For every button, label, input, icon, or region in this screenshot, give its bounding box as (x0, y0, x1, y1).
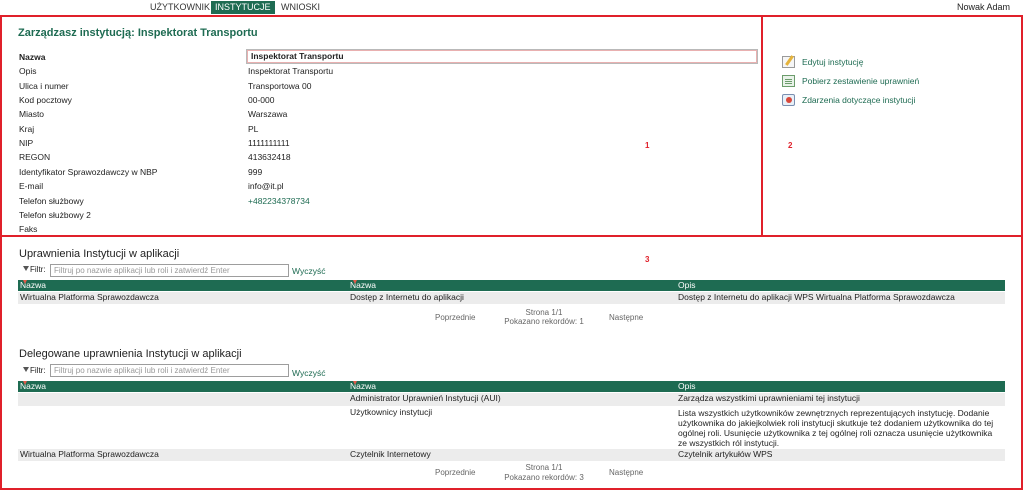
user-name[interactable]: Nowak Adam (957, 1, 1010, 14)
field-label-ulica: Ulica i numer (19, 81, 69, 91)
delegated-table-header: Nazwa aplikacji Nazwa roli Opis (18, 381, 1005, 402)
permissions-next-button[interactable]: Następne (609, 313, 643, 322)
region-marker-3: 3 (645, 255, 650, 264)
delegated-prev-button[interactable]: Poprzednie (435, 468, 475, 477)
field-value-nbp-id: 999 (248, 167, 263, 177)
page-title: Zarządzasz instytucją: Inspektorat Trans… (18, 27, 258, 39)
permissions-record-count: Pokazano rekordów: 1 (504, 317, 584, 326)
field-value-kod: 00-000 (248, 95, 275, 105)
edit-institution-link[interactable]: Edytuj instytucję (782, 56, 863, 68)
sort-down-icon (23, 280, 27, 284)
field-value-kraj: PL (248, 124, 259, 134)
filter-icon (23, 367, 29, 372)
delegated-title: Delegowane uprawnienia Instytucji w apli… (19, 348, 242, 360)
delegated-record-count: Pokazano rekordów: 3 (504, 473, 584, 482)
spreadsheet-icon (782, 75, 795, 87)
sort-down-icon (353, 280, 357, 284)
field-value-regon: 413632418 (248, 152, 291, 162)
delegated-filter-input[interactable] (50, 364, 289, 377)
permissions-table-header: Nazwa aplikacji Nazwa roli Opis (18, 280, 1005, 301)
cell-app: Wirtualna Platforma Sprawozdawcza (20, 449, 159, 459)
permissions-col-desc: Opis (678, 280, 696, 290)
institution-events-link[interactable]: Zdarzenia dotyczące instytucji (782, 94, 915, 106)
table-row[interactable]: Użytkownicy instytucji Lista wszystkich … (18, 407, 1005, 449)
region-marker-1: 1 (645, 141, 650, 150)
tab-instytucje[interactable]: INSTYTUCJE (211, 1, 275, 14)
edit-institution-label: Edytuj instytucję (802, 57, 864, 67)
table-row[interactable]: Administrator Uprawnień Instytucji (AUI)… (18, 393, 1005, 406)
permissions-page-indicator: Strona 1/1 (525, 308, 563, 317)
cell-desc: Zarządza wszystkimi uprawnieniami tej in… (678, 393, 860, 403)
field-value-ulica: Transportowa 00 (248, 81, 312, 91)
field-label-regon: REGON (19, 152, 51, 162)
field-label-phone: Telefon służbowy (19, 196, 84, 206)
permissions-filter-input[interactable] (50, 264, 289, 277)
field-value-email: info@it.pl (248, 181, 284, 191)
download-permissions-link[interactable]: Pobierz zestawienie uprawnień (782, 75, 919, 87)
table-row[interactable]: Wirtualna Platforma Sprawozdawcza Czytel… (18, 449, 1005, 461)
institution-events-label: Zdarzenia dotyczące instytucji (802, 95, 916, 105)
delegated-filter-label-text: Filtr: (30, 366, 46, 375)
edit-icon (782, 56, 795, 68)
cell-desc: Czytelnik artykułów WPS (678, 449, 773, 459)
field-value-opis: Inspektorat Transportu (248, 66, 334, 76)
download-permissions-label: Pobierz zestawienie uprawnień (802, 76, 920, 86)
field-value-nip: 1111111111 (248, 138, 290, 148)
field-label-opis: Opis (19, 66, 37, 76)
field-label-nbp-id: Identyfikator Sprawozdawczy w NBP (19, 167, 158, 177)
field-label-nip: NIP (19, 138, 34, 148)
delegated-page-indicator: Strona 1/1 (525, 463, 563, 472)
top-navigation: UŻYTKOWNIK INSTYTUCJE WNIOSKI Nowak Adam (0, 0, 1023, 14)
field-label-phone-2: Telefon służbowy 2 (19, 210, 91, 220)
tab-uzytkownik[interactable]: UŻYTKOWNIK (146, 1, 214, 14)
sort-down-icon (353, 381, 357, 385)
delegated-col-desc: Opis (678, 381, 696, 391)
cell-app: Wirtualna Platforma Sprawozdawcza (20, 292, 159, 302)
cell-role: Administrator Uprawnień Instytucji (AUI) (350, 393, 501, 403)
permissions-prev-button[interactable]: Poprzednie (435, 313, 475, 322)
permissions-clear-link[interactable]: Wyczyść (292, 266, 325, 276)
cell-role: Użytkownicy instytucji (350, 407, 433, 417)
events-icon (782, 94, 795, 106)
filter-icon (23, 266, 29, 271)
cell-role: Czytelnik Internetowy (350, 449, 431, 459)
field-label-email: E-mail (19, 181, 44, 191)
field-value-miasto: Warszawa (248, 109, 288, 119)
cell-role: Dostęp z Internetu do aplikacji (350, 292, 464, 302)
tab-wnioski[interactable]: WNIOSKI (277, 1, 324, 14)
table-row[interactable]: Wirtualna Platforma Sprawozdawcza Dostęp… (18, 292, 1005, 304)
name-field[interactable]: Inspektorat Transportu (246, 49, 758, 64)
region-marker-2: 2 (788, 141, 793, 150)
cell-desc: Dostęp z Internetu do aplikacji WPS Wirt… (678, 292, 955, 302)
field-label-miasto: Miasto (19, 109, 45, 119)
field-label-kraj: Kraj (19, 124, 35, 134)
permissions-filter-label: Filtr: (23, 265, 46, 274)
field-label-fax: Faks (19, 224, 38, 234)
field-label-kod: Kod pocztowy (19, 95, 72, 105)
field-label-nazwa: Nazwa (19, 52, 46, 62)
permissions-title: Uprawnienia Instytucji w aplikacji (19, 248, 180, 260)
delegated-next-button[interactable]: Następne (609, 468, 643, 477)
phone-link[interactable]: +482234378734 (248, 196, 310, 206)
permissions-filter-label-text: Filtr: (30, 265, 46, 274)
delegated-filter-label: Filtr: (23, 366, 46, 375)
region-actions (761, 15, 1023, 237)
cell-desc: Lista wszystkich użytkowników zewnętrzny… (678, 408, 994, 448)
sort-down-icon (23, 381, 27, 385)
delegated-clear-link[interactable]: Wyczyść (292, 368, 325, 378)
